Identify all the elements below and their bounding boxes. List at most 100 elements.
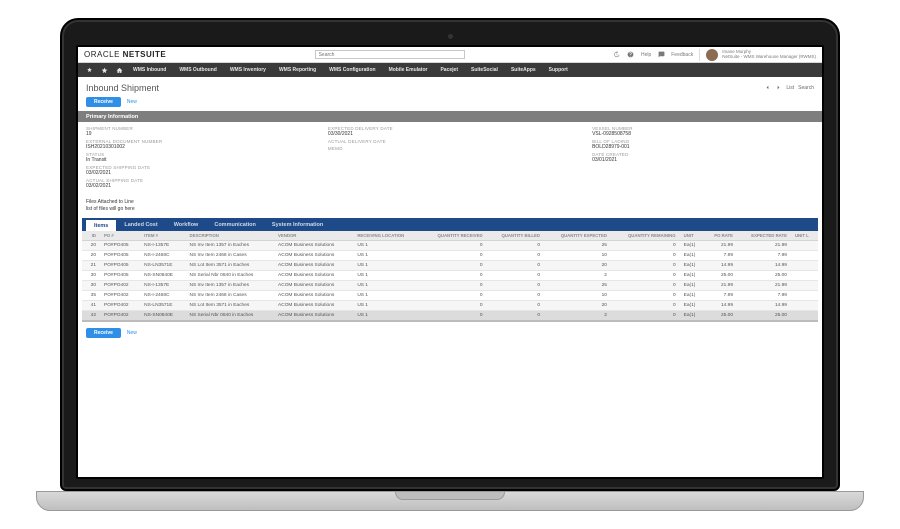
table-row[interactable]: 30PO#PO402NS-I-1357ENS Inv Item 1357 in … [82,281,818,291]
cell-loc: US 1 [353,311,421,322]
cell-erate: 21.99 [737,241,791,251]
col-qrecv[interactable]: QUANTITY RECEIVED [421,231,486,241]
field-label: MEMO [328,146,572,151]
col-desc[interactable]: DESCRIPTION [186,231,275,241]
col-item[interactable]: ITEM # [140,231,185,241]
cell-item: NS-SN0840E [140,271,185,281]
receive-button[interactable]: Receive [86,97,121,107]
help-text[interactable]: Help [641,52,651,58]
cell-qexp: 25 [544,281,611,291]
cell-porate: 7.99 [704,251,737,261]
col-po[interactable]: PO # [100,231,140,241]
cell-qrecv: 0 [421,291,486,301]
cell-porate: 25.00 [704,271,737,281]
nav-wms-inventory[interactable]: WMS Inventory [224,63,272,77]
table-row[interactable]: 35PO#PO402NS-I-2468CNS Inv Item 2468 in … [82,291,818,301]
table-row[interactable]: 20PO#PO405NS-I-2468CNS Inv Item 2468 in … [82,251,818,261]
search-link[interactable]: Search [798,85,814,91]
cell-qexp: 20 [544,301,611,311]
laptop-frame: ORACLE NETSUITE Help [60,18,840,511]
cell-id: 20 [82,241,100,251]
cell-unitl [791,271,818,281]
field-value: ISH20210301002 [86,144,308,150]
help-icon[interactable] [627,51,635,59]
cell-unit: Ea(1) [680,271,704,281]
cell-unitl [791,291,818,301]
table-row[interactable]: 41PO#PO402NS-LN3571ENS Lot Item 3571 in … [82,301,818,311]
new-link-bottom[interactable]: New [127,330,137,336]
history-icon[interactable] [613,51,621,59]
col-id[interactable]: ID [82,231,100,241]
nav-suitesocial[interactable]: SuiteSocial [465,63,504,77]
table-row[interactable]: 42PO#PO402NS-SN0840ENS Serial Nbr 0840 i… [82,311,818,322]
nav-crown-icon[interactable] [82,63,96,77]
cell-porate: 7.99 [704,291,737,301]
star-icon[interactable] [97,63,111,77]
global-search-input[interactable] [315,50,465,59]
nav-mobile-emulator[interactable]: Mobile Emulator [383,63,434,77]
cell-unit: Ea(1) [680,241,704,251]
cell-unitl [791,251,818,261]
user-menu[interactable]: Imane Murphy NetSuite - WMS Warehouse Ma… [699,49,816,61]
cell-qexp: 10 [544,251,611,261]
new-link[interactable]: New [127,99,137,105]
cell-qrecv: 0 [421,271,486,281]
cell-item: NS-SN0840E [140,311,185,322]
nav-wms-outbound[interactable]: WMS Outbound [173,63,223,77]
cell-vendor: ACOM Business Solutions [274,271,353,281]
nav-wms-configuration[interactable]: WMS Configuration [323,63,381,77]
prev-record-icon[interactable] [764,84,771,93]
table-row[interactable]: 30PO#PO405NS-SN0840ENS Serial Nbr 0840 i… [82,271,818,281]
cell-porate: 14.99 [704,261,737,271]
cell-vendor: ACOM Business Solutions [274,301,353,311]
next-record-icon[interactable] [775,84,782,93]
nav-wms-reporting[interactable]: WMS Reporting [273,63,322,77]
field-value: In Transit [86,157,308,163]
cell-item: NS-I-2468C [140,251,185,261]
col-qbill[interactable]: QUANTITY BILLED [487,231,544,241]
subtab-workflow[interactable]: Workflow [166,218,207,231]
list-link[interactable]: List [786,85,794,91]
nav-wms-inbound[interactable]: WMS Inbound [127,63,172,77]
cell-desc: NS Serial Nbr 0840 in Eaches [186,271,275,281]
feedback-text[interactable]: Feedback [671,52,693,58]
receive-button-bottom[interactable]: Receive [86,328,121,338]
subtab-landed-cost[interactable]: Landed Cost [116,218,165,231]
subtab-system-information[interactable]: System Information [264,218,331,231]
col-unit[interactable]: UNIT [680,231,704,241]
cell-vendor: ACOM Business Solutions [274,251,353,261]
cell-id: 41 [82,301,100,311]
page-title: Inbound Shipment [86,83,159,93]
cell-unit: Ea(1) [680,291,704,301]
col-vendor[interactable]: VENDOR [274,231,353,241]
cell-po: PO#PO405 [100,271,140,281]
cell-porate: 21.99 [704,281,737,291]
cell-unitl [791,311,818,322]
cell-vendor: ACOM Business Solutions [274,291,353,301]
cell-po: PO#PO405 [100,261,140,271]
col-erate[interactable]: EXPECTED RATE [737,231,791,241]
cell-vendor: ACOM Business Solutions [274,311,353,322]
cell-unitl [791,281,818,291]
cell-qbill: 0 [487,261,544,271]
table-row[interactable]: 20PO#PO405NS-I-1357ENS Inv Item 1357 in … [82,241,818,251]
brand-logo: ORACLE NETSUITE [84,50,166,59]
nav-pacejet[interactable]: Pacejet [434,63,464,77]
cell-unit: Ea(1) [680,311,704,322]
cell-unitl [791,241,818,251]
col-qexp[interactable]: QUANTITY EXPECTED [544,231,611,241]
col-qrem[interactable]: QUANTITY REMAINING [611,231,680,241]
subtab-communication[interactable]: Communication [206,218,264,231]
cell-id: 30 [82,281,100,291]
cell-vendor: ACOM Business Solutions [274,281,353,291]
nav-support[interactable]: Support [543,63,574,77]
col-loc[interactable]: RECEIVING LOCATION [353,231,421,241]
feedback-icon[interactable] [657,51,665,59]
col-unitl[interactable]: UNIT L [791,231,818,241]
table-row[interactable]: 21PO#PO405NS-LN3571ENS Lot Item 3571 in … [82,261,818,271]
col-porate[interactable]: PO RATE [704,231,737,241]
nav-suiteapps[interactable]: SuiteApps [505,63,542,77]
subtab-items[interactable]: Items [86,218,116,231]
home-icon[interactable] [112,63,126,77]
cell-item: NS-I-2468C [140,291,185,301]
